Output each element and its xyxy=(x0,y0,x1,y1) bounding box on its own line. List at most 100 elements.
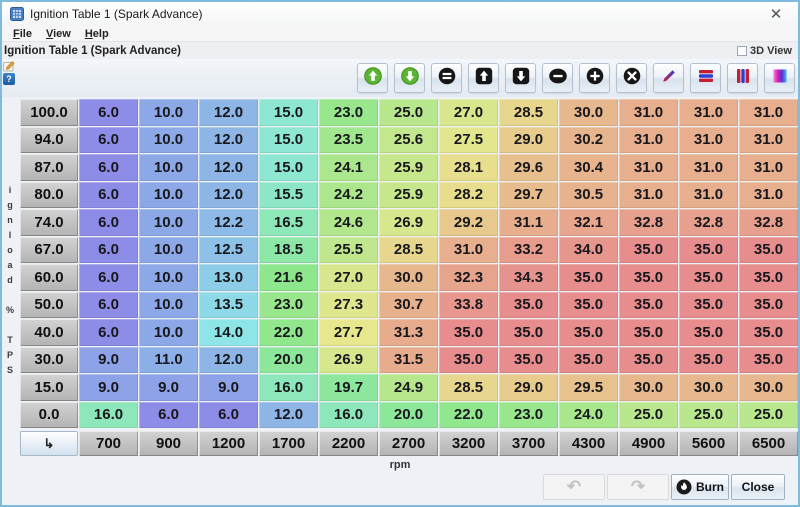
edit-pencil-icon[interactable] xyxy=(3,59,16,72)
table-cell[interactable]: 28.5 xyxy=(379,237,438,264)
table-cell[interactable]: 35.0 xyxy=(559,319,618,346)
table-cell[interactable]: 19.7 xyxy=(319,374,378,401)
table-cell[interactable]: 35.0 xyxy=(679,237,738,264)
table-cell[interactable]: 35.0 xyxy=(679,292,738,319)
table-cell[interactable]: 27.0 xyxy=(319,264,378,291)
table-cell[interactable]: 9.0 xyxy=(199,374,258,401)
y-axis-cell[interactable]: 40.0 xyxy=(20,319,78,346)
table-cell[interactable]: 29.7 xyxy=(499,182,558,209)
table-cell[interactable]: 30.0 xyxy=(739,374,798,401)
table-cell[interactable]: 13.5 xyxy=(199,292,258,319)
table-cell[interactable]: 25.0 xyxy=(679,402,738,429)
table-cell[interactable]: 10.0 xyxy=(139,264,198,291)
x-axis-cell[interactable]: 1700 xyxy=(259,431,318,456)
table-cell[interactable]: 12.2 xyxy=(199,209,258,236)
table-cell[interactable]: 12.0 xyxy=(199,347,258,374)
y-axis-cell[interactable]: 30.0 xyxy=(20,347,78,374)
table-cell[interactable]: 28.2 xyxy=(439,182,498,209)
table-cell[interactable]: 35.0 xyxy=(439,319,498,346)
table-cell[interactable]: 14.0 xyxy=(199,319,258,346)
table-cell[interactable]: 23.5 xyxy=(319,127,378,154)
table-cell[interactable]: 24.9 xyxy=(379,374,438,401)
table-cell[interactable]: 12.0 xyxy=(199,182,258,209)
table-cell[interactable]: 10.0 xyxy=(139,237,198,264)
table-cell[interactable]: 6.0 xyxy=(79,237,138,264)
table-cell[interactable]: 31.0 xyxy=(439,237,498,264)
table-cell[interactable]: 31.0 xyxy=(619,127,678,154)
table-cell[interactable]: 27.3 xyxy=(319,292,378,319)
table-cell[interactable]: 35.0 xyxy=(619,264,678,291)
table-cell[interactable]: 10.0 xyxy=(139,209,198,236)
table-cell[interactable]: 25.9 xyxy=(379,154,438,181)
y-axis-cell[interactable]: 94.0 xyxy=(20,127,78,154)
increment-button[interactable] xyxy=(579,63,610,93)
table-cell[interactable]: 10.0 xyxy=(139,154,198,181)
table-cell[interactable]: 34.0 xyxy=(559,237,618,264)
x-axis-cell[interactable]: 6500 xyxy=(739,431,798,456)
x-axis-cell[interactable]: 5600 xyxy=(679,431,738,456)
table-cell[interactable]: 22.0 xyxy=(439,402,498,429)
menu-item-view[interactable]: View xyxy=(39,28,78,40)
table-cell[interactable]: 27.5 xyxy=(439,127,498,154)
interpolate-horizontal-button[interactable] xyxy=(690,63,721,93)
table-cell[interactable]: 15.0 xyxy=(259,154,318,181)
table-cell[interactable]: 30.7 xyxy=(379,292,438,319)
table-cell[interactable]: 6.0 xyxy=(79,127,138,154)
table-cell[interactable]: 25.5 xyxy=(319,237,378,264)
table-cell[interactable]: 35.0 xyxy=(619,237,678,264)
table-cell[interactable]: 13.0 xyxy=(199,264,258,291)
y-axis-cell[interactable]: 15.0 xyxy=(20,374,78,401)
window-close-icon[interactable]: ✕ xyxy=(762,4,790,24)
table-cell[interactable]: 31.5 xyxy=(379,347,438,374)
table-cell[interactable]: 28.5 xyxy=(499,99,558,126)
table-cell[interactable]: 35.0 xyxy=(619,347,678,374)
close-button[interactable]: Close xyxy=(731,474,785,500)
table-cell[interactable]: 6.0 xyxy=(199,402,258,429)
table-cell[interactable]: 10.0 xyxy=(139,292,198,319)
table-cell[interactable]: 6.0 xyxy=(139,402,198,429)
table-cell[interactable]: 16.0 xyxy=(79,402,138,429)
table-cell[interactable]: 28.1 xyxy=(439,154,498,181)
table-cell[interactable]: 23.0 xyxy=(259,292,318,319)
table-cell[interactable]: 33.2 xyxy=(499,237,558,264)
table-cell[interactable]: 31.0 xyxy=(679,154,738,181)
table-cell[interactable]: 30.4 xyxy=(559,154,618,181)
table-cell[interactable]: 35.0 xyxy=(499,292,558,319)
table-cell[interactable]: 31.0 xyxy=(679,127,738,154)
table-cell[interactable]: 9.0 xyxy=(79,347,138,374)
scale-down-button[interactable] xyxy=(394,63,425,93)
table-cell[interactable]: 32.8 xyxy=(679,209,738,236)
y-axis-cell[interactable]: 0.0 xyxy=(20,402,78,429)
table-cell[interactable]: 35.0 xyxy=(679,319,738,346)
table-cell[interactable]: 29.0 xyxy=(499,127,558,154)
x-axis-cell[interactable]: 900 xyxy=(139,431,198,456)
edit-cell-button[interactable] xyxy=(653,63,684,93)
table-cell[interactable]: 12.0 xyxy=(199,127,258,154)
table-cell[interactable]: 35.0 xyxy=(559,347,618,374)
help-icon[interactable]: ? xyxy=(3,73,15,85)
table-cell[interactable]: 35.0 xyxy=(619,292,678,319)
table-cell[interactable]: 31.0 xyxy=(739,154,798,181)
table-cell[interactable]: 23.0 xyxy=(319,99,378,126)
table-cell[interactable]: 30.0 xyxy=(619,374,678,401)
axis-swap-button[interactable]: ↳ xyxy=(20,431,78,456)
table-cell[interactable]: 6.0 xyxy=(79,99,138,126)
table-cell[interactable]: 12.5 xyxy=(199,237,258,264)
table-cell[interactable]: 11.0 xyxy=(139,347,198,374)
table-cell[interactable]: 12.0 xyxy=(199,99,258,126)
decrement-button[interactable] xyxy=(542,63,573,93)
table-cell[interactable]: 15.0 xyxy=(259,127,318,154)
table-cell[interactable]: 32.8 xyxy=(739,209,798,236)
x-axis-cell[interactable]: 1200 xyxy=(199,431,258,456)
menu-item-file[interactable]: File xyxy=(6,28,39,40)
x-axis-cell[interactable]: 2700 xyxy=(379,431,438,456)
table-cell[interactable]: 30.0 xyxy=(379,264,438,291)
table-cell[interactable]: 31.0 xyxy=(619,99,678,126)
table-cell[interactable]: 33.8 xyxy=(439,292,498,319)
table-cell[interactable]: 32.8 xyxy=(619,209,678,236)
3d-view-checkbox[interactable] xyxy=(737,46,747,56)
table-cell[interactable]: 6.0 xyxy=(79,209,138,236)
table-cell[interactable]: 32.3 xyxy=(439,264,498,291)
y-axis-cell[interactable]: 60.0 xyxy=(20,264,78,291)
table-cell[interactable]: 35.0 xyxy=(739,237,798,264)
